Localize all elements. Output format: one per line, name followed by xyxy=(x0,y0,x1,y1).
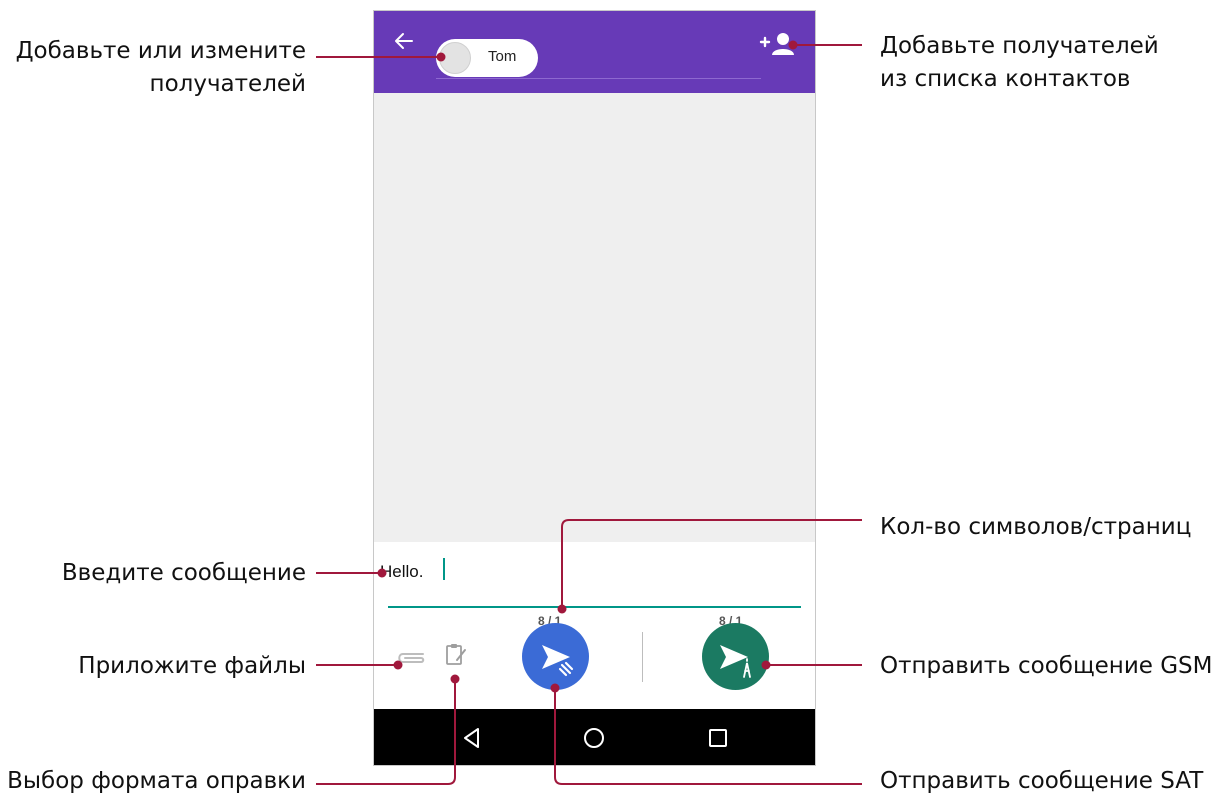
callout-lines xyxy=(316,40,862,785)
callout-dot-format xyxy=(450,674,460,684)
callout-dot-sat xyxy=(550,683,560,693)
callout-dot-recipients xyxy=(436,52,446,62)
callout-dot-contacts xyxy=(788,40,798,50)
callout-dot-gsm xyxy=(761,660,771,670)
callout-line-format xyxy=(316,679,456,785)
callout-dot-message xyxy=(377,568,387,578)
callout-line-counter xyxy=(561,519,862,609)
callout-dot-counter xyxy=(557,604,567,614)
callout-line-sat xyxy=(554,688,862,785)
callout-dot-attach xyxy=(393,660,403,670)
